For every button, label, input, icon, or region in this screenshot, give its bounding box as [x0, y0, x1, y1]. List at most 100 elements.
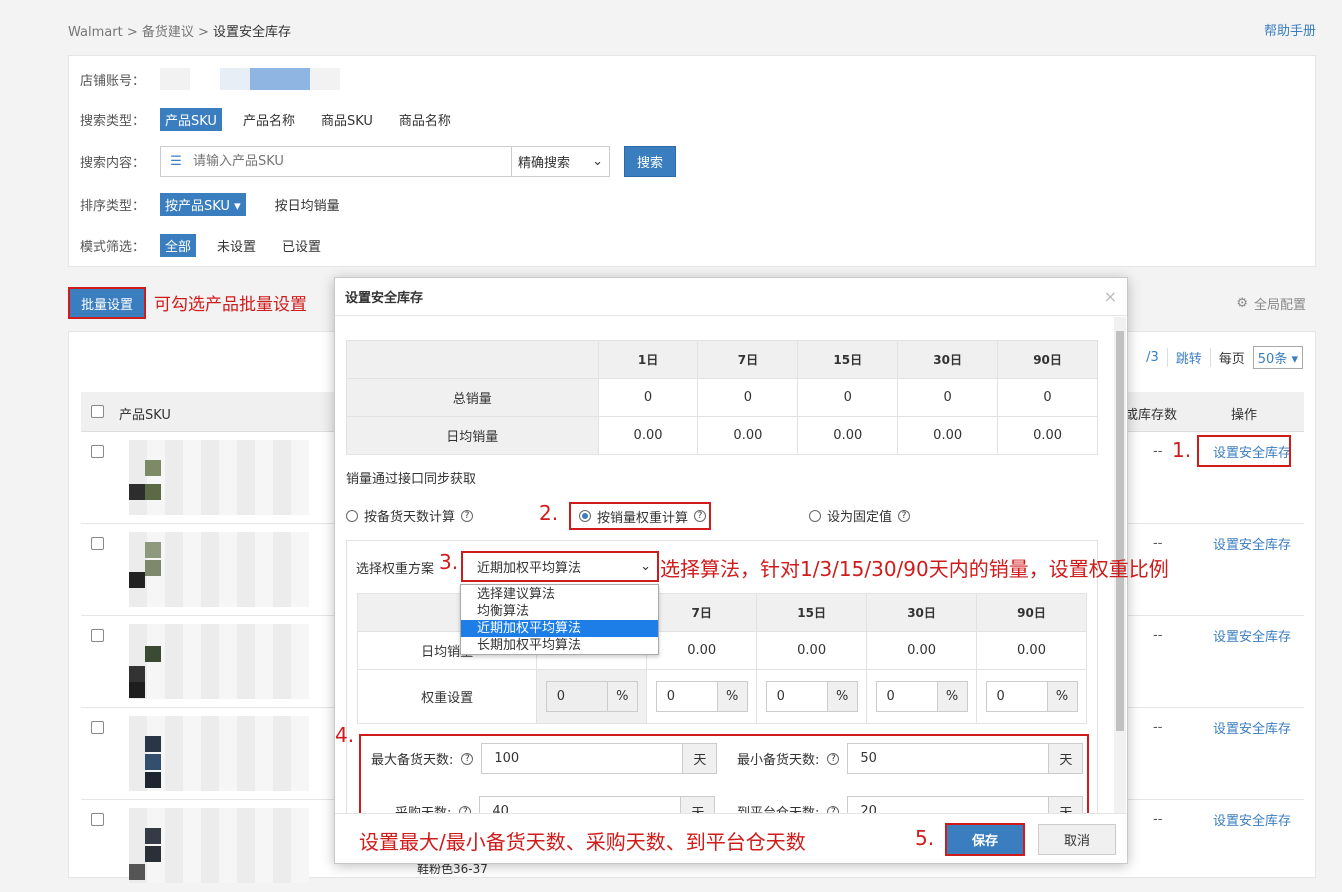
- store-label: 店铺账号：: [80, 73, 146, 89]
- pct-unit: %: [606, 682, 637, 711]
- save-button[interactable]: 保存: [945, 823, 1025, 856]
- row-checkbox[interactable]: [91, 629, 104, 642]
- row-checkbox[interactable]: [91, 537, 104, 550]
- weight-set-label: 权重设置: [356, 669, 538, 724]
- select-all-checkbox[interactable]: [91, 405, 104, 418]
- sort-by-sku-dropdown[interactable]: 按产品SKU ▾: [160, 193, 246, 216]
- row-checkbox[interactable]: [91, 445, 104, 458]
- purchase-days-value: 40: [492, 804, 509, 814]
- row-checkbox[interactable]: [91, 813, 104, 826]
- breadcrumb-walmart[interactable]: Walmart: [68, 25, 123, 40]
- product-image: [129, 532, 309, 607]
- modal-header: 设置安全库存 ×: [335, 278, 1127, 316]
- set-safety-stock-link[interactable]: 设置安全库存: [1187, 810, 1317, 829]
- per-page-select[interactable]: 50条 ▾: [1252, 346, 1303, 369]
- scheme-option[interactable]: 均衡算法: [461, 603, 658, 620]
- max-days-input[interactable]: 100 天: [481, 743, 718, 774]
- total-sales-cell: 0: [697, 378, 799, 417]
- daily-sales-cell: 0.00: [997, 416, 1098, 455]
- search-type-product-sku[interactable]: 产品SKU: [160, 108, 222, 131]
- breadcrumb-restock[interactable]: 备货建议: [142, 25, 194, 40]
- sort-by-daily-sales[interactable]: 按日均销量: [270, 193, 345, 216]
- period-header: 7日: [697, 340, 799, 379]
- weight-input-30d[interactable]: 0%: [875, 681, 968, 712]
- weight-input-7d[interactable]: 0%: [655, 681, 748, 712]
- annotation-step-4: 4.: [335, 723, 355, 747]
- weight-input-1d: 0%: [545, 681, 638, 712]
- search-input[interactable]: [191, 147, 511, 176]
- set-safety-stock-link[interactable]: 设置安全库存: [1187, 718, 1317, 737]
- match-mode-value: 精确搜索: [518, 156, 571, 171]
- match-mode-select[interactable]: 精确搜索 ⌄: [511, 147, 609, 176]
- row-checkbox[interactable]: [91, 721, 104, 734]
- option-fixed[interactable]: 设为固定值?: [809, 506, 911, 525]
- weight-input-15d[interactable]: 0%: [765, 681, 858, 712]
- search-type-item-sku[interactable]: 商品SKU: [316, 108, 378, 131]
- weight-value: 0: [776, 689, 785, 704]
- search-button[interactable]: 搜索: [624, 146, 677, 177]
- global-config-button[interactable]: ⚙ 全局配置: [1236, 294, 1306, 313]
- weight-value: 0: [556, 689, 566, 704]
- radio-by-weight[interactable]: [579, 510, 591, 522]
- weight-period-header: 15日: [756, 593, 868, 632]
- scheme-option[interactable]: 选择建议算法: [461, 586, 658, 603]
- scheme-option-active[interactable]: 近期加权平均算法: [461, 620, 658, 637]
- sales-header-blank: [346, 340, 599, 379]
- help-icon[interactable]: ?: [827, 752, 840, 765]
- platform-days-input[interactable]: 20 天: [847, 796, 1084, 814]
- jump-button[interactable]: 跳转: [1166, 348, 1202, 367]
- batch-settings-button[interactable]: 批量设置: [68, 287, 146, 319]
- total-sales-label: 总销量: [346, 378, 599, 417]
- annotation-step-4-text: 设置最大/最小备货天数、采购天数、到平台仓天数: [359, 830, 806, 854]
- help-icon[interactable]: ?: [461, 509, 474, 522]
- close-icon[interactable]: ×: [1104, 287, 1117, 306]
- set-safety-stock-link[interactable]: 设置安全库存: [1187, 626, 1317, 645]
- mode-unset[interactable]: 未设置: [212, 234, 261, 257]
- page-count: /3: [1146, 350, 1159, 365]
- per-page-label: 每页: [1209, 348, 1245, 367]
- col-product-sku: 产品SKU: [119, 408, 171, 423]
- search-type-row: 搜索类型： 产品SKU 产品名称 商品SKU 商品名称: [80, 108, 456, 131]
- radio-fixed[interactable]: [809, 509, 821, 522]
- filter-panel: 店铺账号： 搜索类型： 产品SKU 产品名称 商品SKU 商品名称 搜索内容： …: [68, 55, 1316, 267]
- cancel-button[interactable]: 取消: [1038, 824, 1116, 855]
- scheme-option[interactable]: 长期加权平均算法: [461, 637, 658, 654]
- search-type-label: 搜索类型：: [80, 114, 146, 129]
- help-icon[interactable]: ?: [461, 752, 474, 765]
- weight-scheme-select[interactable]: 近期加权平均算法 ⌄: [461, 551, 659, 582]
- mode-all[interactable]: 全部: [160, 234, 197, 257]
- purchase-days-field: 采购天数:? 40 天: [395, 796, 716, 814]
- weight-input-90d[interactable]: 0%: [985, 681, 1078, 712]
- gear-icon: ⚙: [1236, 296, 1248, 311]
- global-config-label: 全局配置: [1253, 298, 1306, 313]
- mode-row: 模式筛选： 全部 未设置 已设置: [80, 234, 326, 257]
- help-manual-link[interactable]: 帮助手册: [1264, 20, 1316, 39]
- help-icon[interactable]: ?: [898, 509, 911, 522]
- stock-value: --: [1153, 444, 1163, 459]
- mode-set[interactable]: 已设置: [277, 234, 326, 257]
- search-type-item-name[interactable]: 商品名称: [394, 108, 456, 131]
- total-sales-cell: 0: [797, 378, 899, 417]
- option-by-weight[interactable]: 按销量权重计算?: [569, 502, 711, 530]
- radio-by-days[interactable]: [346, 509, 358, 522]
- annotation-step-3-text: 选择算法，针对1/3/15/30/90天内的销量，设置权重比例: [660, 557, 1169, 581]
- min-days-input[interactable]: 50 天: [847, 743, 1084, 774]
- stock-value: --: [1153, 720, 1163, 735]
- breadcrumb-sep: >: [193, 25, 214, 40]
- help-icon[interactable]: ?: [694, 510, 707, 522]
- sales-table: 1日 7日 15日 30日 90日 总销量 0 0 0 0 0 日均销量 0.0…: [346, 340, 1098, 455]
- set-safety-stock-link[interactable]: 设置安全库存: [1187, 534, 1317, 553]
- annotation-batch: 可勾选产品批量设置: [154, 295, 307, 315]
- annotation-step-5: 5.: [915, 826, 935, 850]
- scrollbar-thumb[interactable]: [1116, 331, 1124, 731]
- total-sales-cell: 0: [597, 378, 699, 417]
- sort-row: 排序类型： 按产品SKU ▾ 按日均销量: [80, 193, 345, 216]
- stock-value: --: [1153, 812, 1163, 827]
- option-by-days[interactable]: 按备货天数计算?: [346, 506, 474, 525]
- stock-value: --: [1153, 536, 1163, 551]
- purchase-days-input[interactable]: 40 天: [479, 796, 716, 814]
- product-image: [129, 624, 309, 699]
- search-type-product-name[interactable]: 产品名称: [238, 108, 300, 131]
- platform-days-field: 到平台仓天数:? 20 天: [737, 796, 1084, 814]
- pct-unit: %: [936, 682, 967, 711]
